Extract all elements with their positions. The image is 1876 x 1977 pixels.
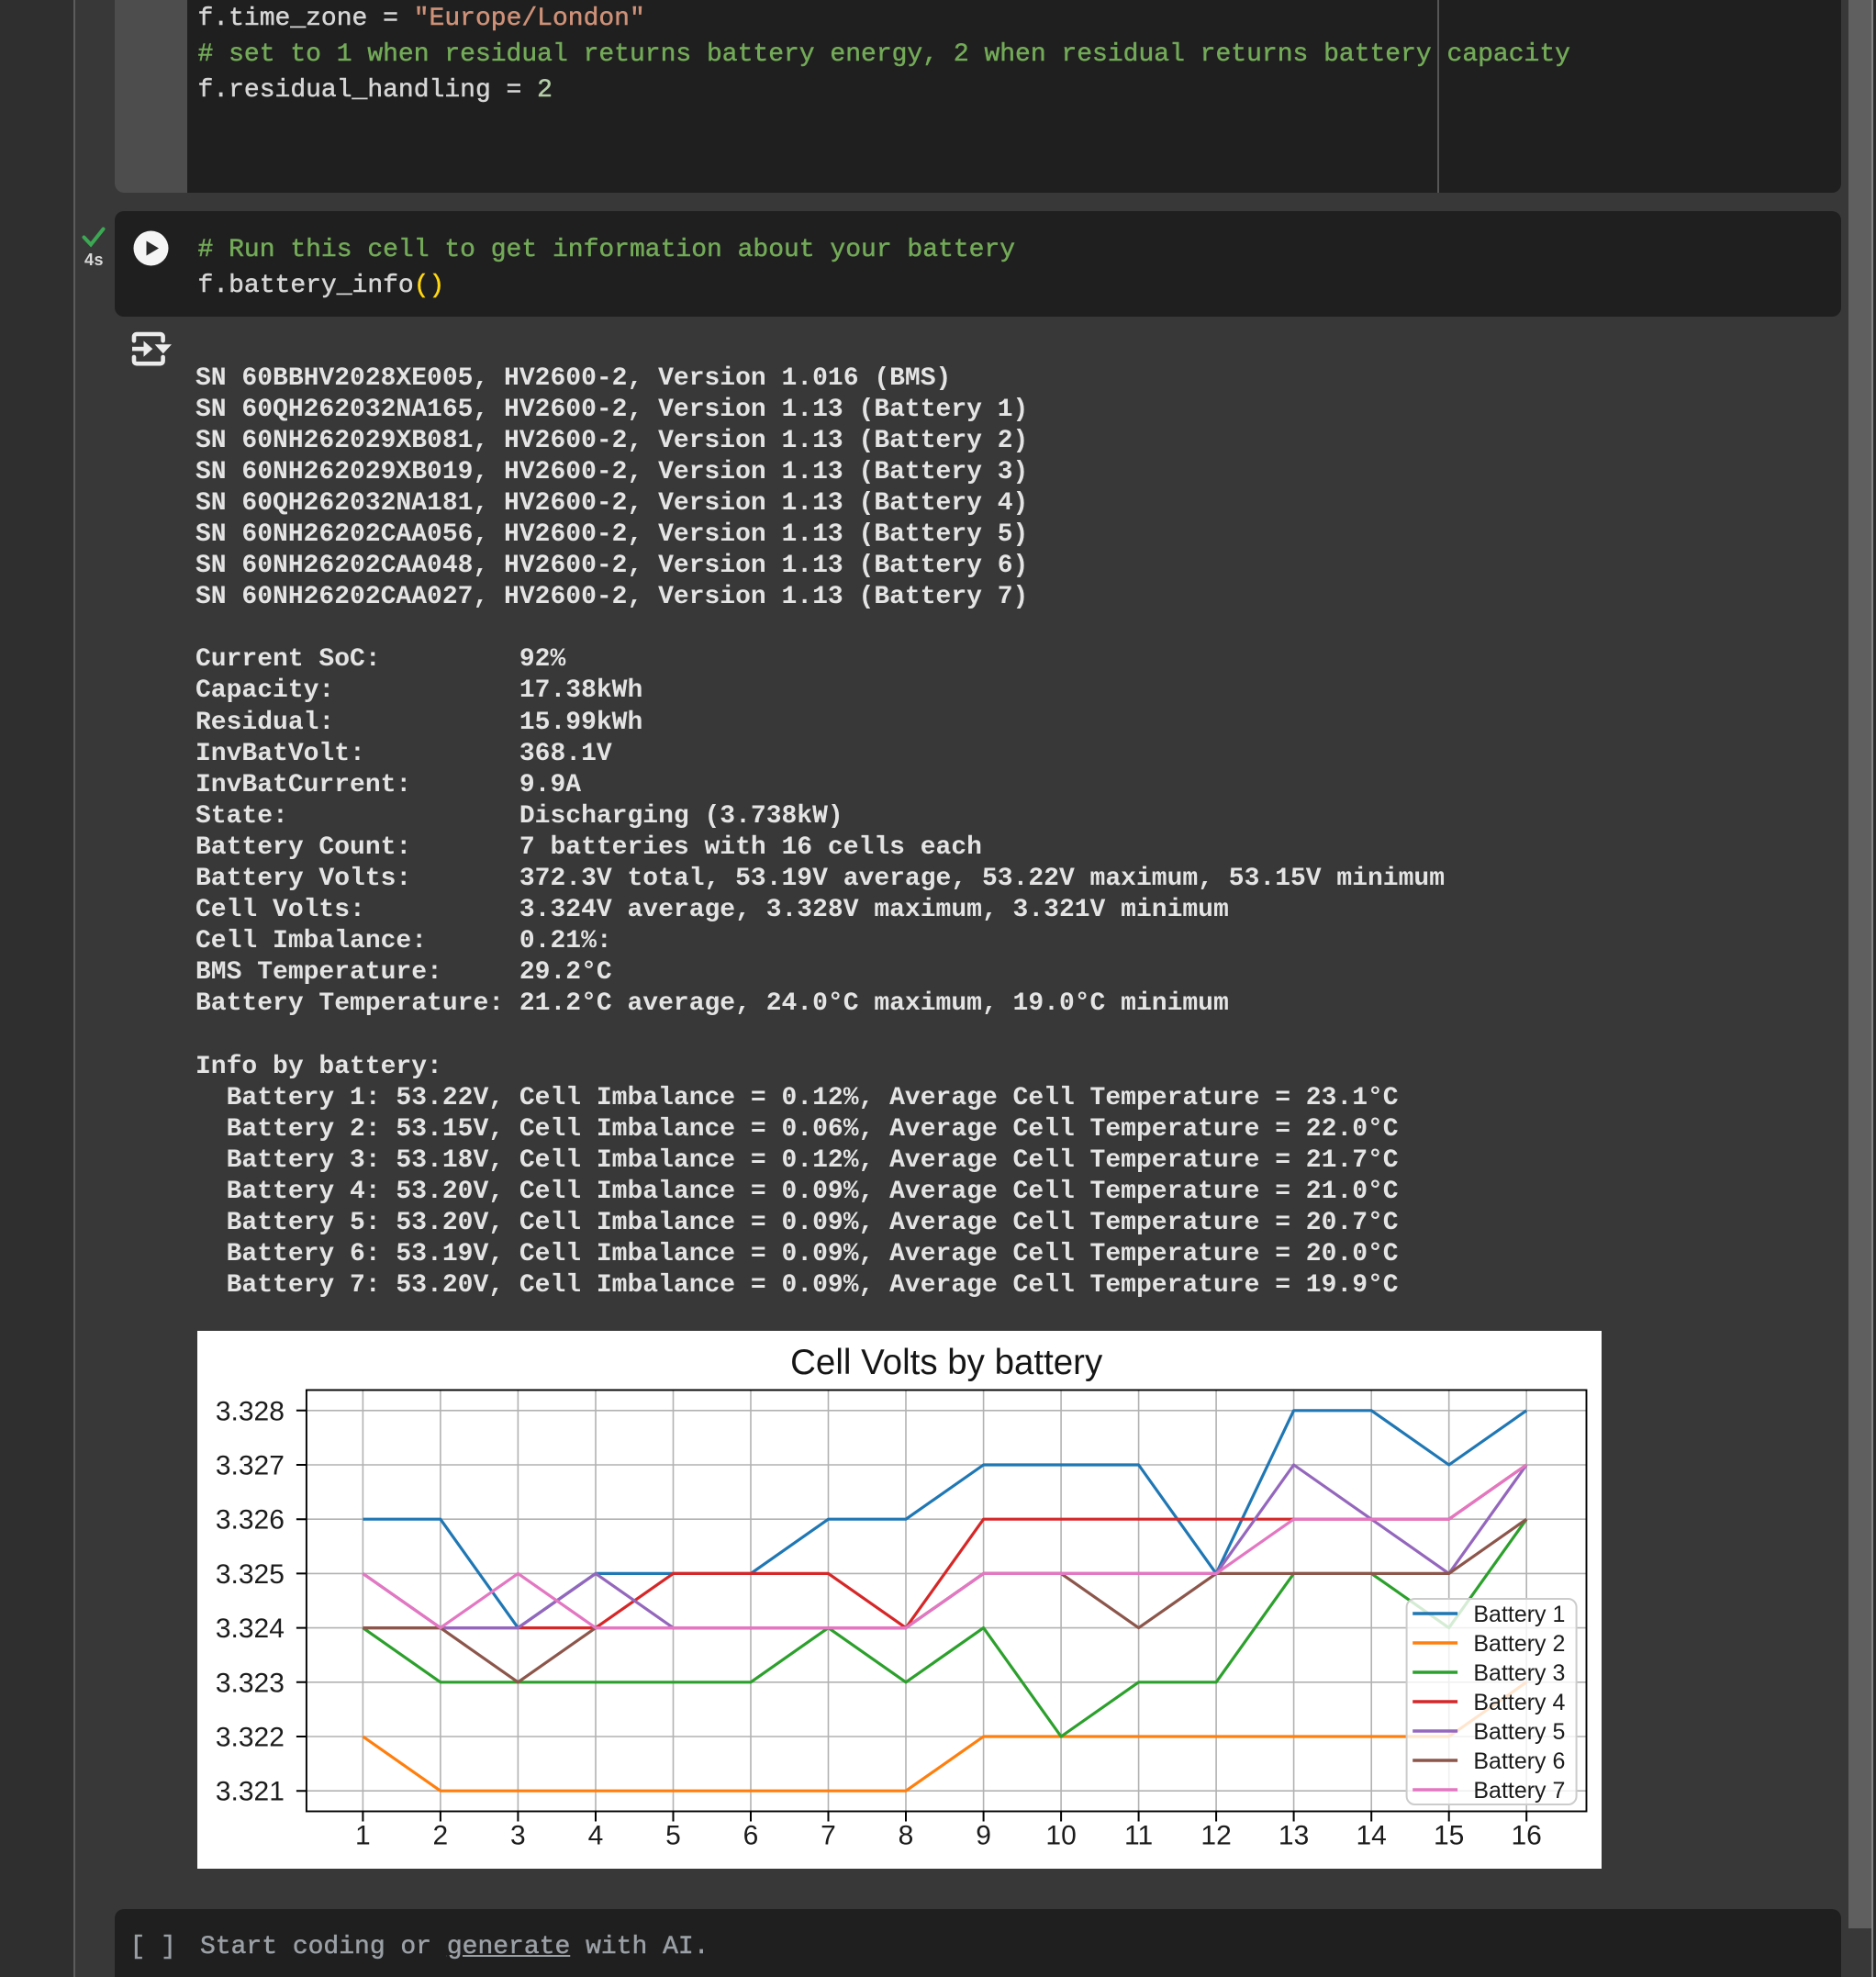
svg-text:8: 8 bbox=[899, 1820, 914, 1850]
svg-text:Battery 5: Battery 5 bbox=[1474, 1719, 1566, 1745]
svg-text:Battery 2: Battery 2 bbox=[1474, 1631, 1566, 1657]
svg-text:3.323: 3.323 bbox=[216, 1668, 285, 1698]
svg-text:11: 11 bbox=[1124, 1820, 1153, 1850]
svg-text:14: 14 bbox=[1357, 1820, 1387, 1850]
svg-text:16: 16 bbox=[1512, 1820, 1542, 1850]
svg-text:4: 4 bbox=[588, 1820, 604, 1850]
svg-text:9: 9 bbox=[977, 1820, 992, 1850]
svg-text:5: 5 bbox=[666, 1820, 682, 1850]
svg-text:12: 12 bbox=[1201, 1820, 1232, 1850]
svg-text:10: 10 bbox=[1046, 1820, 1077, 1850]
svg-text:3.327: 3.327 bbox=[216, 1451, 285, 1481]
svg-text:3: 3 bbox=[510, 1820, 526, 1850]
svg-text:Battery 1: Battery 1 bbox=[1474, 1602, 1566, 1627]
svg-text:7: 7 bbox=[821, 1820, 837, 1850]
svg-text:3.328: 3.328 bbox=[216, 1396, 285, 1426]
svg-text:Battery 6: Battery 6 bbox=[1474, 1748, 1566, 1774]
svg-text:15: 15 bbox=[1434, 1820, 1464, 1850]
svg-text:6: 6 bbox=[743, 1820, 759, 1850]
svg-text:Cell Volts by battery: Cell Volts by battery bbox=[791, 1343, 1104, 1382]
svg-text:3.321: 3.321 bbox=[216, 1777, 285, 1807]
svg-text:Battery 4: Battery 4 bbox=[1474, 1690, 1566, 1715]
svg-text:3.326: 3.326 bbox=[216, 1505, 285, 1536]
svg-text:Battery 3: Battery 3 bbox=[1474, 1660, 1566, 1686]
svg-text:3.325: 3.325 bbox=[216, 1559, 285, 1590]
svg-text:3.324: 3.324 bbox=[216, 1614, 285, 1644]
svg-text:Battery 7: Battery 7 bbox=[1474, 1778, 1566, 1804]
svg-text:2: 2 bbox=[433, 1820, 449, 1850]
svg-text:13: 13 bbox=[1279, 1820, 1309, 1850]
svg-text:3.322: 3.322 bbox=[216, 1722, 285, 1752]
svg-text:1: 1 bbox=[355, 1820, 371, 1850]
